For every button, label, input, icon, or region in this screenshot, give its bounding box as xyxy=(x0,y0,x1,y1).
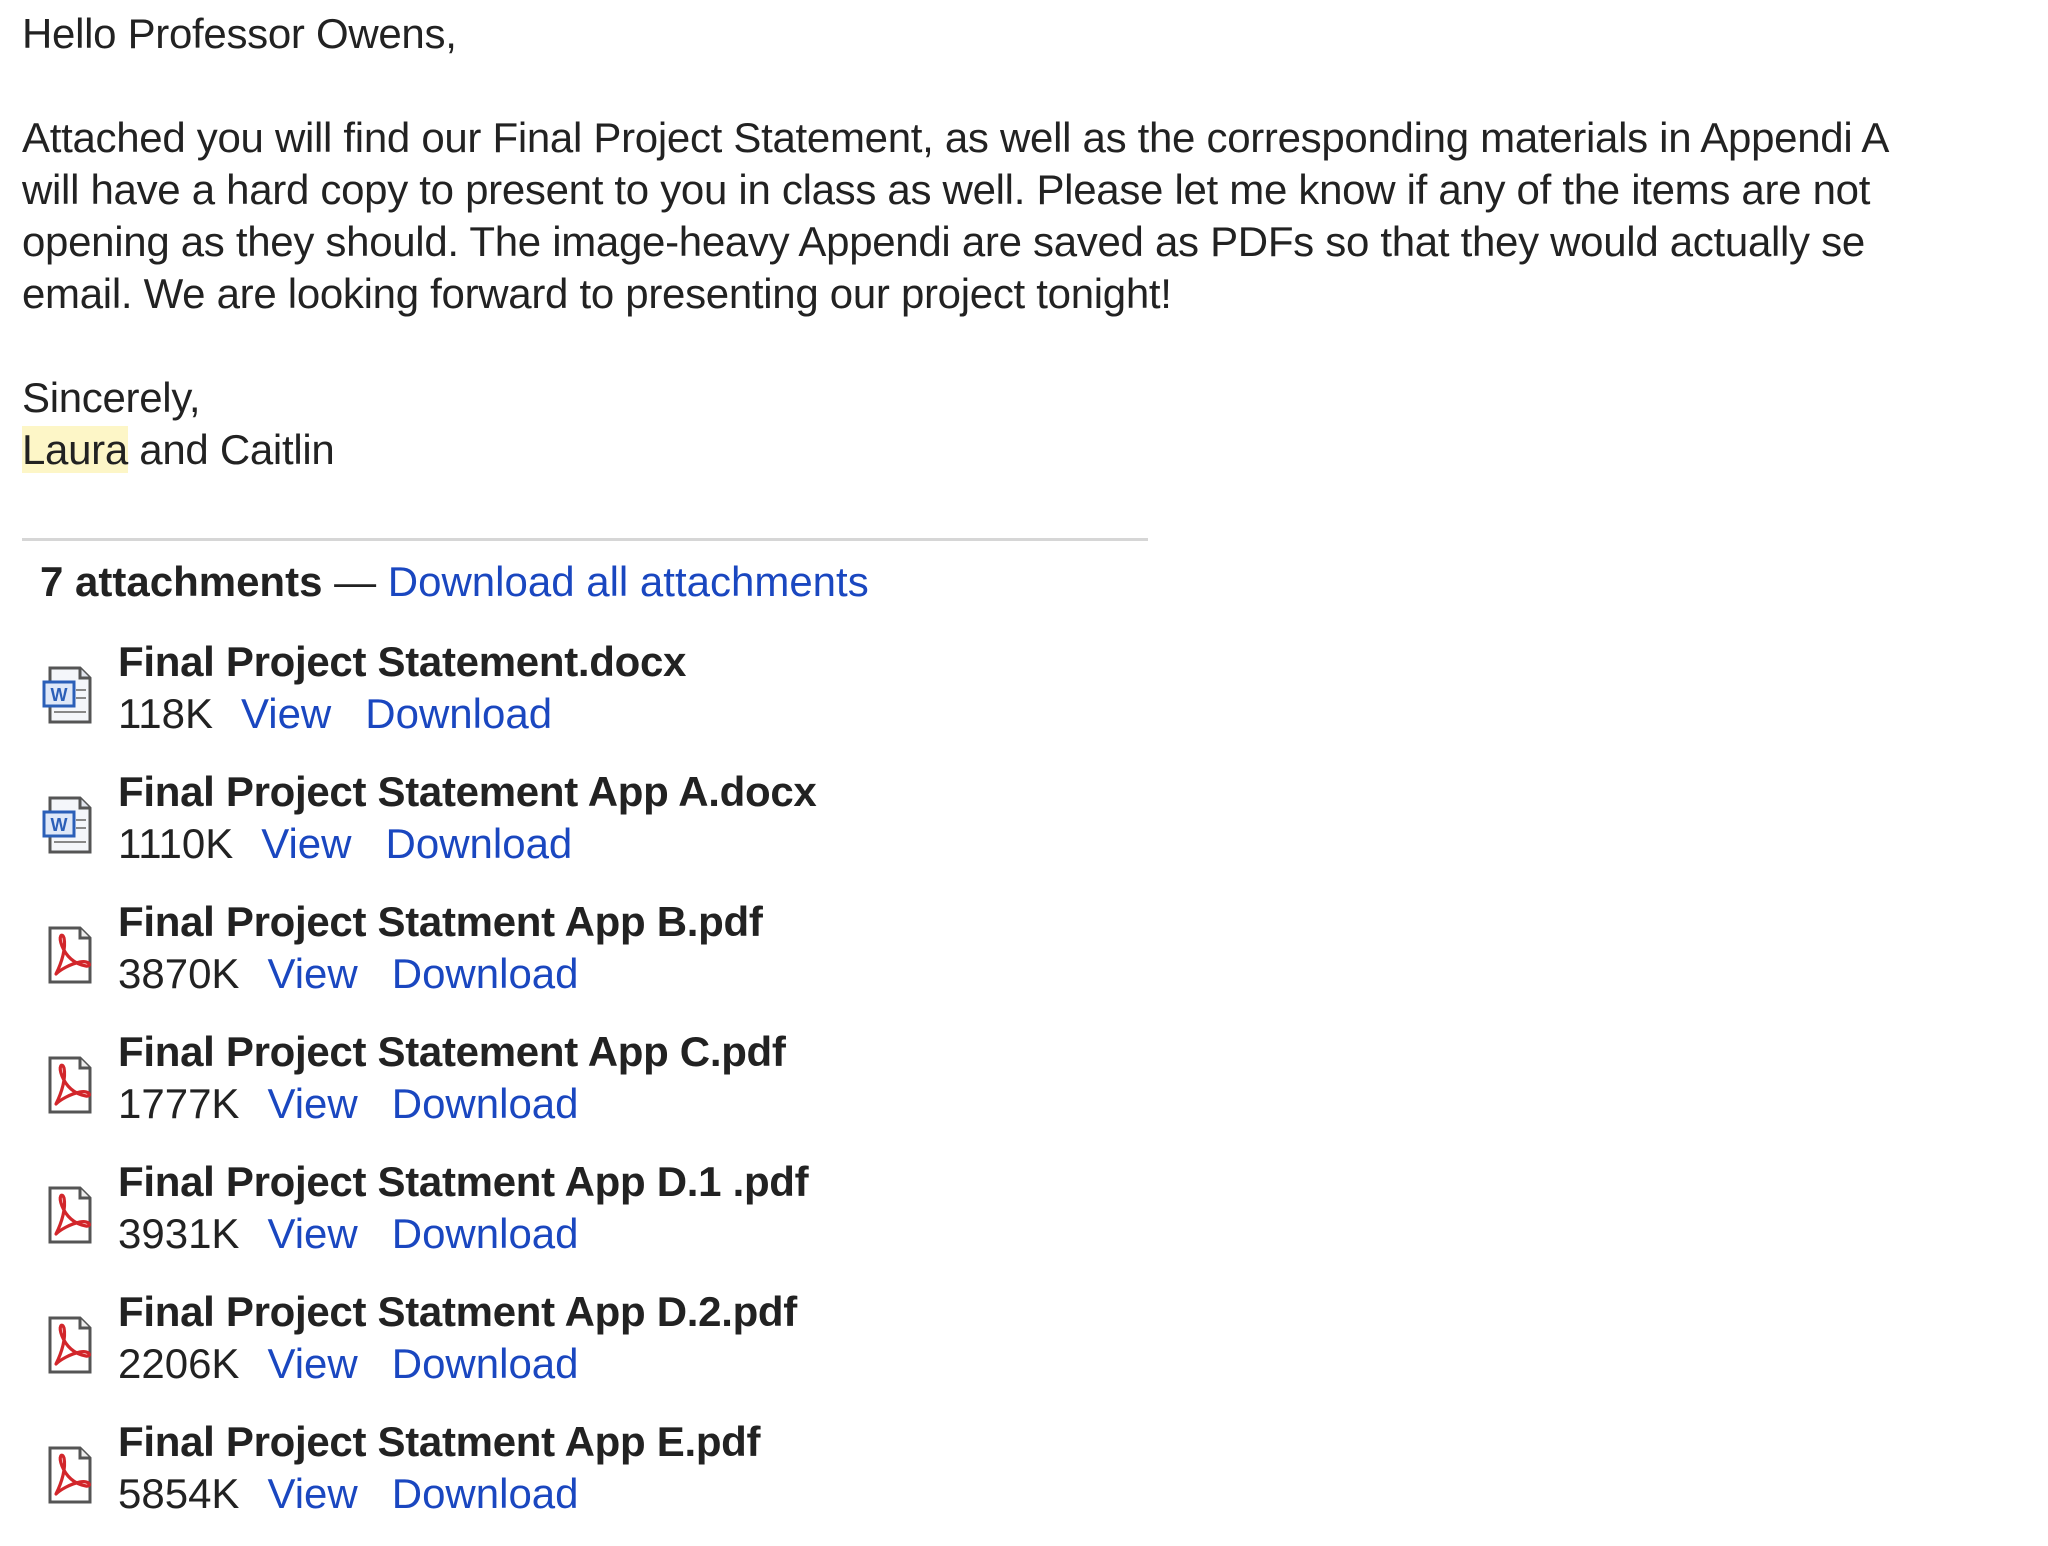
attachment-filename: Final Project Statment App B.pdf xyxy=(118,898,763,945)
email-body: Hello Professor Owens, Attached you will… xyxy=(22,8,2048,476)
view-link[interactable]: View xyxy=(267,950,357,997)
attachment-size: 1777K xyxy=(118,1080,240,1127)
download-link[interactable]: Download xyxy=(392,1470,579,1517)
attachment-meta: 3870K View Download xyxy=(118,948,579,1000)
attachments-count: 7 attachments xyxy=(40,558,323,605)
attachment-filename: Final Project Statment App D.1 .pdf xyxy=(118,1158,809,1205)
signature-rest: and Caitlin xyxy=(127,426,335,473)
svg-text:W: W xyxy=(51,815,68,835)
paragraph-line: Attached you will find our Final Project… xyxy=(22,114,1890,161)
svg-text:W: W xyxy=(51,685,68,705)
closing: Sincerely, xyxy=(22,374,201,421)
attachment-filename: Final Project Statement App A.docx xyxy=(118,768,817,815)
attachment-meta: 5854K View Download xyxy=(118,1468,579,1520)
attachment-meta: 1110K View Download xyxy=(118,818,572,870)
download-link[interactable]: Download xyxy=(392,1340,579,1387)
attachment-filename: Final Project Statment App E.pdf xyxy=(118,1418,761,1465)
attachment-size: 3931K xyxy=(118,1210,240,1257)
greeting: Hello Professor Owens, xyxy=(22,10,457,57)
attachment-size: 118K xyxy=(118,690,213,737)
attachment-meta: 1777K View Download xyxy=(118,1078,579,1130)
paragraph-line: will have a hard copy to present to you … xyxy=(22,166,1871,213)
pdf-icon xyxy=(40,1054,96,1116)
view-link[interactable]: View xyxy=(261,820,351,867)
attachment-meta: 118K View Download xyxy=(118,688,552,740)
download-link[interactable]: Download xyxy=(392,1210,579,1257)
pdf-icon xyxy=(40,924,96,986)
attachment-meta: 2206K View Download xyxy=(118,1338,579,1390)
attachment-size: 1110K xyxy=(118,820,234,867)
signature: Laura and Caitlin xyxy=(22,424,2048,476)
attachments-divider xyxy=(22,538,1148,541)
word-doc-icon: W xyxy=(40,664,96,726)
view-link[interactable]: View xyxy=(267,1210,357,1257)
attachment-meta: 3931K View Download xyxy=(118,1208,579,1260)
paragraph-line: email. We are looking forward to present… xyxy=(22,270,1172,317)
attachment-size: 3870K xyxy=(118,950,240,997)
attachments-header: 7 attachments — Download all attachments xyxy=(40,556,869,608)
view-link[interactable]: View xyxy=(267,1340,357,1387)
attachment-filename: Final Project Statment App D.2.pdf xyxy=(118,1288,797,1335)
attachment-filename: Final Project Statement.docx xyxy=(118,638,687,685)
pdf-icon xyxy=(40,1184,96,1246)
attachment-size: 2206K xyxy=(118,1340,240,1387)
view-link[interactable]: View xyxy=(267,1080,357,1127)
view-link[interactable]: View xyxy=(267,1470,357,1517)
signature-highlighted-name: Laura xyxy=(22,426,128,473)
paragraph-line: opening as they should. The image-heavy … xyxy=(22,218,1865,265)
download-all-link[interactable]: Download all attachments xyxy=(388,558,869,605)
attachment-size: 5854K xyxy=(118,1470,240,1517)
download-link[interactable]: Download xyxy=(365,690,552,737)
pdf-icon xyxy=(40,1444,96,1506)
download-link[interactable]: Download xyxy=(392,1080,579,1127)
download-link[interactable]: Download xyxy=(386,820,573,867)
attachment-filename: Final Project Statement App C.pdf xyxy=(118,1028,786,1075)
pdf-icon xyxy=(40,1314,96,1376)
download-link[interactable]: Download xyxy=(392,950,579,997)
view-link[interactable]: View xyxy=(241,690,331,737)
word-doc-icon: W xyxy=(40,794,96,856)
attachments-separator: — xyxy=(322,558,388,605)
